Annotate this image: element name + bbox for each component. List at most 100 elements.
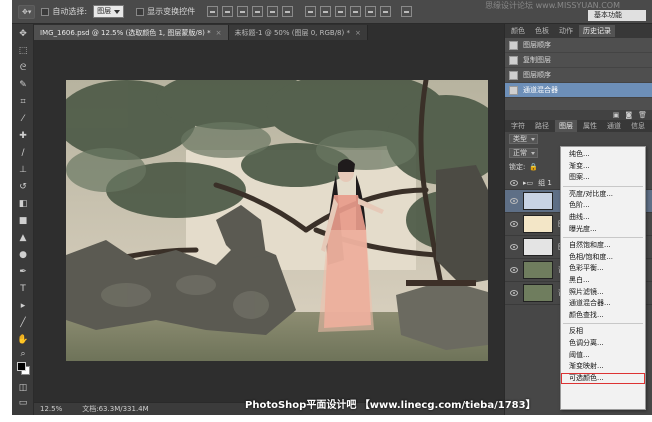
- distribute-right-icon[interactable]: [380, 6, 392, 17]
- tab-character[interactable]: 字符: [507, 120, 529, 132]
- trash-icon[interactable]: 🗑: [638, 111, 647, 119]
- history-brush-tool-icon[interactable]: ↺: [16, 181, 30, 193]
- auto-select-target-select[interactable]: 图层: [93, 5, 125, 18]
- clone-stamp-tool-icon[interactable]: ⊥: [16, 164, 30, 176]
- align-top-icon[interactable]: [207, 6, 219, 17]
- tab-properties[interactable]: 属性: [579, 120, 601, 132]
- history-item[interactable]: 复制图层: [505, 53, 652, 68]
- menu-item-black-white[interactable]: 黑白...: [561, 275, 645, 287]
- quick-select-tool-icon[interactable]: ✎: [16, 79, 30, 91]
- lock-icon[interactable]: 🔒: [529, 163, 538, 171]
- menu-item-photo-filter[interactable]: 照片滤镜...: [561, 287, 645, 299]
- tab-color[interactable]: 颜色: [507, 25, 529, 37]
- gradient-tool-icon[interactable]: ■: [16, 215, 30, 227]
- close-icon[interactable]: ×: [355, 29, 361, 37]
- show-transform-checkbox[interactable]: [136, 7, 145, 16]
- zoom-tool-icon[interactable]: ⌕: [16, 348, 30, 360]
- healing-brush-tool-icon[interactable]: ✚: [16, 130, 30, 142]
- menu-item-threshold[interactable]: 阈值...: [561, 350, 645, 362]
- align-middle-icon[interactable]: [222, 6, 234, 17]
- move-tool-preset-button[interactable]: ✥▾: [18, 4, 36, 19]
- menu-item-exposure[interactable]: 曝光度...: [561, 224, 645, 236]
- document-tab-img1606[interactable]: IMG_1606.psd @ 12.5% (选取颜色 1, 图层蒙版/8) * …: [34, 25, 229, 40]
- foreground-color-swatch[interactable]: [17, 362, 26, 371]
- menu-item-gradient[interactable]: 渐变...: [561, 161, 645, 173]
- menu-item-pattern[interactable]: 图案...: [561, 172, 645, 184]
- history-item-label: 复制图层: [523, 56, 551, 64]
- layers-panel-tabs: 字符 路径 图层 属性 通道 信息: [505, 120, 652, 132]
- quick-mask-icon[interactable]: ◫: [16, 382, 30, 394]
- tab-swatches[interactable]: 色板: [531, 25, 553, 37]
- layer-thumbnail: [523, 261, 553, 279]
- eye-icon[interactable]: [510, 179, 518, 186]
- history-item[interactable]: 图层顺序: [505, 38, 652, 53]
- menu-item-selective-color[interactable]: 可选颜色...: [561, 372, 645, 385]
- history-item[interactable]: 图层顺序: [505, 68, 652, 83]
- pen-tool-icon[interactable]: ✒: [16, 266, 30, 278]
- tab-info[interactable]: 信息: [627, 120, 649, 132]
- distribute-bottom-icon[interactable]: [335, 6, 347, 17]
- distribute-middle-icon[interactable]: [320, 6, 332, 17]
- eraser-tool-icon[interactable]: ◧: [16, 198, 30, 210]
- type-tool-icon[interactable]: T: [16, 283, 30, 295]
- menu-item-posterize[interactable]: 色调分离...: [561, 338, 645, 350]
- blend-mode-select[interactable]: 正常: [509, 148, 538, 158]
- path-selection-tool-icon[interactable]: ▸: [16, 300, 30, 312]
- blur-tool-icon[interactable]: ▲: [16, 232, 30, 244]
- distribute-center-icon[interactable]: [365, 6, 377, 17]
- screen-mode-icon[interactable]: ▭: [16, 397, 30, 409]
- menu-item-channel-mixer[interactable]: 通道混合器...: [561, 298, 645, 310]
- marquee-tool-icon[interactable]: ⬚: [16, 45, 30, 57]
- history-item-active[interactable]: 通道混合器: [505, 83, 652, 98]
- align-bottom-icon[interactable]: [237, 6, 249, 17]
- eye-icon[interactable]: [510, 267, 518, 273]
- distribute-top-icon[interactable]: [305, 6, 317, 17]
- tools-panel: ✥ ⬚ ᘓ ✎ ⌗ ⁄ ✚ ∕ ⊥ ↺ ◧ ■ ▲ ● ✒ T ▸ ╱ ✋ ⌕ …: [12, 24, 34, 415]
- eye-icon[interactable]: [510, 290, 518, 296]
- menu-item-levels[interactable]: 色阶...: [561, 200, 645, 212]
- tab-paths[interactable]: 路径: [531, 120, 553, 132]
- close-icon[interactable]: ×: [216, 29, 222, 37]
- canvas-area[interactable]: [34, 40, 504, 402]
- show-transform-option[interactable]: 显示变换控件: [136, 6, 195, 17]
- tab-history[interactable]: 历史记录: [579, 25, 615, 37]
- document-photo[interactable]: [66, 80, 488, 361]
- auto-align-icon[interactable]: [401, 6, 413, 17]
- align-right-icon[interactable]: [282, 6, 294, 17]
- menu-item-color-balance[interactable]: 色彩平衡...: [561, 263, 645, 275]
- menu-item-solid-color[interactable]: 纯色...: [561, 149, 645, 161]
- align-center-icon[interactable]: [267, 6, 279, 17]
- crop-tool-icon[interactable]: ⌗: [16, 96, 30, 108]
- menu-item-brightness-contrast[interactable]: 亮度/对比度...: [561, 189, 645, 201]
- document-tab-untitled[interactable]: 未标题-1 @ 50% (图层 0, RGB/8) * ×: [228, 25, 368, 40]
- layer-kind-select[interactable]: 类型: [509, 134, 538, 144]
- photo-illustration: [66, 80, 488, 361]
- menu-item-invert[interactable]: 反相: [561, 326, 645, 338]
- tab-channels[interactable]: 通道: [603, 120, 625, 132]
- tab-layers[interactable]: 图层: [555, 120, 577, 132]
- eye-icon[interactable]: [510, 198, 518, 204]
- menu-item-gradient-map[interactable]: 渐变映射...: [561, 361, 645, 373]
- workspace-select[interactable]: 基本功能: [588, 10, 646, 21]
- auto-select-option[interactable]: 自动选择:: [41, 6, 87, 17]
- new-snapshot-icon[interactable]: ▣: [613, 111, 620, 119]
- eye-icon[interactable]: [510, 244, 518, 250]
- eye-icon[interactable]: [510, 221, 518, 227]
- eyedropper-tool-icon[interactable]: ⁄: [16, 113, 30, 125]
- menu-item-vibrance[interactable]: 自然饱和度...: [561, 240, 645, 252]
- menu-item-color-lookup[interactable]: 颜色查找...: [561, 310, 645, 322]
- hand-tool-icon[interactable]: ✋: [16, 334, 30, 346]
- line-tool-icon[interactable]: ╱: [16, 317, 30, 329]
- align-left-icon[interactable]: [252, 6, 264, 17]
- brush-tool-icon[interactable]: ∕: [16, 147, 30, 159]
- menu-item-curves[interactable]: 曲线...: [561, 212, 645, 224]
- move-tool-icon[interactable]: ✥: [16, 28, 30, 40]
- auto-select-checkbox[interactable]: [41, 7, 50, 16]
- zoom-level[interactable]: 12.5%: [40, 405, 62, 413]
- menu-item-hue-saturation[interactable]: 色相/饱和度...: [561, 252, 645, 264]
- distribute-left-icon[interactable]: [350, 6, 362, 17]
- tab-actions[interactable]: 动作: [555, 25, 577, 37]
- camera-icon[interactable]: ◙: [625, 111, 632, 119]
- lasso-tool-icon[interactable]: ᘓ: [16, 62, 30, 74]
- dodge-tool-icon[interactable]: ●: [16, 249, 30, 261]
